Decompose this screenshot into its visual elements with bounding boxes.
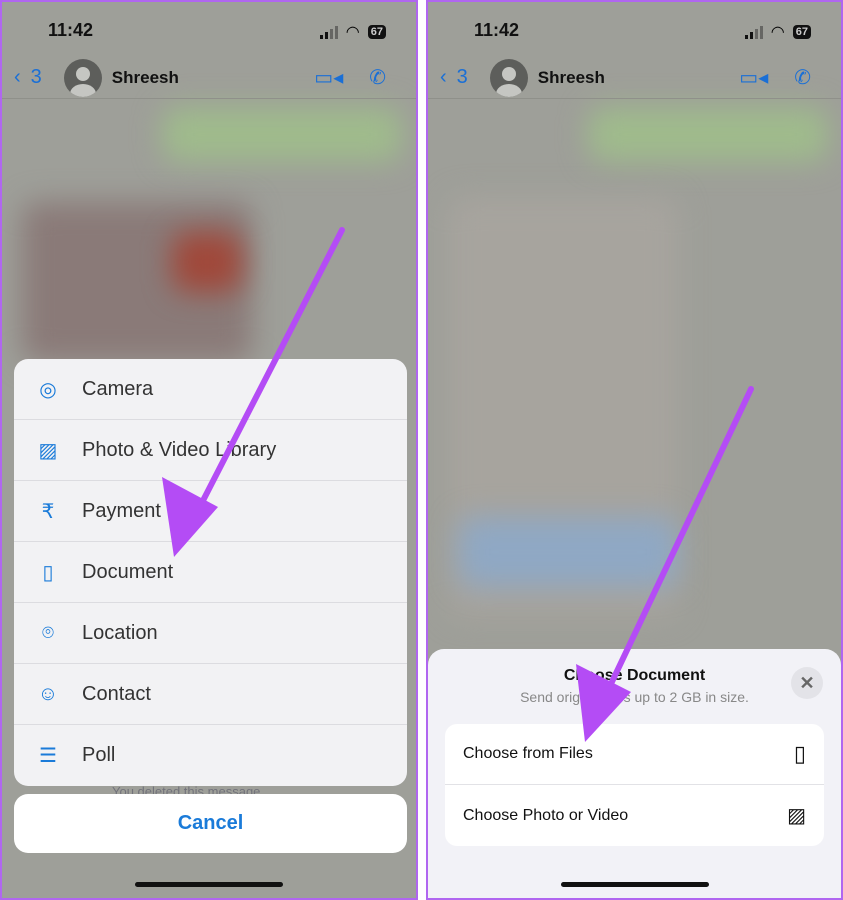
attachment-menu: ◎ Camera ▨ Photo & Video Library ₹ Payment … — [14, 359, 407, 786]
location-icon: ⌾ — [42, 621, 54, 644]
unread-count: 3 — [30, 66, 42, 88]
menu-item-document[interactable]: ▯ Document — [14, 542, 407, 603]
video-icon[interactable]: ▭◂ — [314, 65, 343, 90]
menu-label: Poll — [82, 744, 116, 766]
signal-icon — [744, 25, 763, 39]
contact-icon: ☺ — [37, 682, 59, 705]
document-icon: ▯ — [42, 561, 54, 584]
choose-from-files-option[interactable]: Choose from Files ▯ — [445, 724, 824, 785]
options-card: Choose from Files ▯ Choose Photo or Video… — [445, 724, 824, 846]
menu-label: Location — [82, 621, 158, 644]
menu-label: Payment — [82, 499, 161, 522]
choose-photo-video-option[interactable]: Choose Photo or Video ▨ — [445, 785, 824, 846]
left-screenshot: 11:42 ◠ 67 ‹ 3 Shreesh ▭◂ ✆ You deleted th… — [0, 0, 418, 900]
option-label: Choose from Files — [463, 745, 593, 762]
menu-label: Contact — [82, 682, 151, 705]
menu-item-payment[interactable]: ₹ Payment — [14, 481, 407, 542]
home-indicator — [135, 882, 283, 887]
battery-icon: 67 — [792, 25, 811, 39]
phone-icon[interactable]: ✆ — [369, 65, 386, 90]
sheet-subtitle: Send original files up to 2 GB in size. — [520, 689, 749, 705]
blurred-link — [458, 517, 678, 587]
signal-icon — [319, 25, 338, 39]
menu-label: Camera — [82, 377, 154, 400]
right-screenshot: 11:42 ◠ 67 ‹ 3 Shreesh ▭◂ ✆ Choose Documen… — [426, 0, 843, 900]
status-icons: ◠ 67 — [744, 22, 811, 42]
menu-item-camera[interactable]: ◎ Camera — [14, 359, 407, 420]
home-indicator — [560, 882, 709, 887]
wifi-icon: ◠ — [345, 24, 360, 41]
chevron-left-icon: ‹ — [440, 66, 447, 88]
contact-name[interactable]: Shreesh — [112, 68, 179, 88]
menu-label: Document — [82, 560, 174, 583]
cancel-button[interactable]: Cancel — [14, 794, 407, 853]
back-button[interactable]: ‹ 3 — [440, 66, 468, 89]
status-icons: ◠ 67 — [319, 22, 386, 42]
unread-count: 3 — [456, 66, 468, 88]
menu-item-poll[interactable]: ☰ Poll — [14, 725, 407, 786]
close-icon: ✕ — [799, 672, 815, 693]
sheet-title: Choose Document — [563, 667, 706, 684]
menu-item-contact[interactable]: ☺ Contact — [14, 664, 407, 725]
rupee-icon: ₹ — [41, 500, 55, 523]
wifi-icon: ◠ — [770, 24, 785, 41]
battery-icon: 67 — [367, 25, 386, 39]
close-button[interactable]: ✕ — [791, 667, 823, 699]
contact-name[interactable]: Shreesh — [538, 68, 605, 88]
option-label: Choose Photo or Video — [463, 806, 629, 824]
back-button[interactable]: ‹ 3 — [14, 66, 42, 89]
photos-icon: ▨ — [787, 805, 806, 827]
status-time: 11:42 — [474, 20, 520, 40]
status-time: 11:42 — [48, 20, 94, 40]
menu-label: Photo & Video Library — [82, 438, 277, 461]
avatar[interactable] — [489, 58, 528, 97]
blurred-message — [588, 107, 828, 162]
chat-header: ‹ 3 Shreesh ▭◂ ✆ — [428, 57, 841, 99]
camera-icon: ◎ — [39, 378, 57, 401]
poll-icon: ☰ — [39, 745, 57, 767]
menu-item-photo-library[interactable]: ▨ Photo & Video Library — [14, 420, 407, 481]
chevron-left-icon: ‹ — [14, 66, 21, 88]
blurred-sticker — [172, 232, 242, 292]
phone-icon[interactable]: ✆ — [794, 65, 811, 90]
choose-document-sheet: Choose Document Send original files up t… — [428, 649, 841, 898]
photo-icon: ▨ — [38, 439, 58, 462]
file-icon: ▯ — [793, 741, 806, 766]
menu-item-location[interactable]: ⌾ Location — [14, 603, 407, 664]
avatar[interactable] — [63, 58, 102, 97]
blurred-message — [162, 107, 402, 162]
video-icon[interactable]: ▭◂ — [739, 65, 768, 90]
chat-header: ‹ 3 Shreesh ▭◂ ✆ — [2, 57, 416, 99]
